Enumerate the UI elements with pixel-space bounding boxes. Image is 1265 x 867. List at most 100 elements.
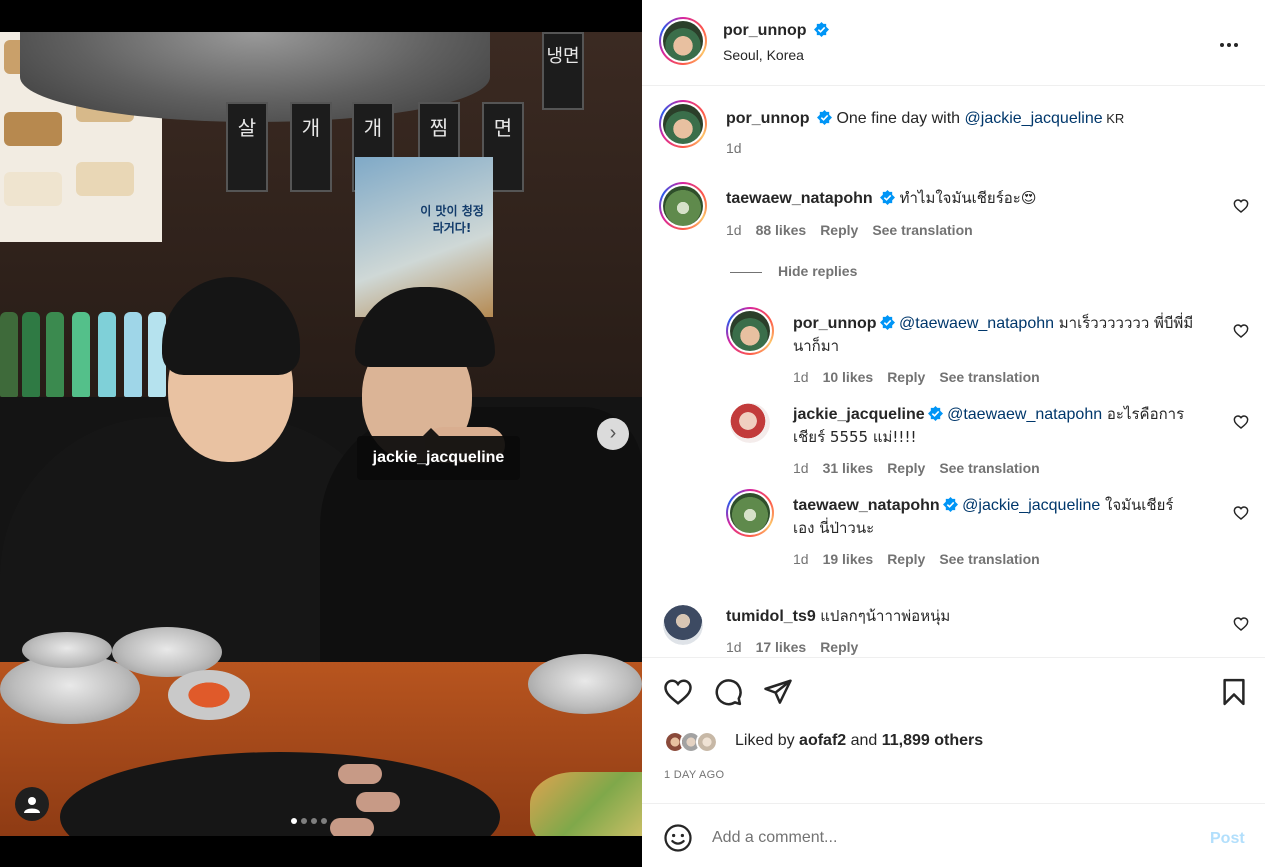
liked-by-others[interactable]: 11,899 others	[882, 732, 983, 749]
reply-text: ใจมันเชียร์	[1100, 496, 1174, 514]
comment-time[interactable]: 1d	[726, 222, 742, 238]
meat	[356, 792, 400, 812]
liked-by-user[interactable]: aofaf2	[799, 732, 846, 749]
caption-mention[interactable]: @jackie_jacqueline	[965, 110, 1103, 127]
comment-input[interactable]	[712, 824, 1172, 852]
reply-mention[interactable]: @taewaew_natapohn	[899, 315, 1054, 332]
post-details-panel: por_unnop Seoul, Korea por_unnop One fin…	[642, 0, 1265, 867]
verified-icon	[879, 315, 895, 330]
comment-time[interactable]: 1d	[726, 639, 742, 655]
reply-time[interactable]: 1d	[793, 460, 809, 476]
reply-meta: 1d 19 likes Reply See translation	[793, 551, 1054, 567]
caption: por_unnop One fine day with @jackie_jacq…	[726, 107, 1124, 130]
comment-avatar[interactable]	[659, 182, 707, 230]
user-tag-icon	[24, 797, 40, 813]
reply-text: อะไรคือการ	[1102, 405, 1185, 423]
like-comment-heart-icon[interactable]	[1233, 505, 1249, 521]
reply-avatar[interactable]	[726, 489, 774, 537]
carousel-dot	[321, 818, 327, 824]
author-avatar[interactable]	[659, 17, 707, 65]
post-location[interactable]: Seoul, Korea	[723, 47, 804, 63]
author-username[interactable]: por_unnop	[723, 22, 807, 39]
likes-text: Liked by aofaf2 and 11,899 others	[735, 732, 983, 750]
comment-username[interactable]: taewaew_natapohn	[726, 190, 873, 207]
carousel-dot	[301, 818, 307, 824]
hide-replies-button[interactable]: Hide replies	[730, 263, 857, 279]
sauce-bowl	[168, 670, 250, 720]
emoji-icon[interactable]	[663, 823, 693, 853]
post-age[interactable]: 1 DAY AGO	[664, 769, 724, 781]
reply-text-line2: นาก็มา	[793, 337, 840, 355]
see-translation-button[interactable]: See translation	[939, 551, 1039, 567]
reply-username[interactable]: jackie_jacqueline	[793, 406, 925, 423]
share-icon[interactable]	[763, 677, 793, 707]
reply-time[interactable]: 1d	[793, 369, 809, 385]
comment-avatar[interactable]	[663, 605, 703, 645]
caption-username[interactable]: por_unnop	[726, 110, 810, 127]
reply-mention[interactable]: @jackie_jacqueline	[962, 497, 1100, 514]
user-tag-label[interactable]: jackie_jacqueline	[357, 428, 520, 480]
like-comment-heart-icon[interactable]	[1233, 323, 1249, 339]
avatar-image	[663, 605, 703, 645]
like-comment-heart-icon[interactable]	[1233, 198, 1249, 214]
comment-text: แปลกๆน้าาาพ่อหนุ่ม	[820, 607, 951, 625]
reply-mention[interactable]: @taewaew_natapohn	[947, 406, 1102, 423]
reply-text: มาเร็ววววววว พี่บีพี่มี	[1054, 314, 1194, 332]
reply-button[interactable]: Reply	[887, 551, 925, 567]
author-name-row: por_unnop	[723, 22, 829, 40]
tagged-users-button[interactable]	[15, 787, 49, 821]
comment-text: ทำไมใจมันเชียร์อะ😍	[899, 189, 1037, 207]
avatar-image	[730, 403, 770, 443]
liker-avatars[interactable]	[664, 729, 728, 755]
reply-username[interactable]: taewaew_natapohn	[793, 497, 940, 514]
post-photo-area: 살 개 개 찜 면 냉면 이 맛이 청정라거다! jackie_jacqueli…	[0, 0, 642, 867]
like-comment-heart-icon[interactable]	[1233, 414, 1249, 430]
avatar-image	[663, 104, 703, 144]
menu-dish	[4, 172, 62, 206]
reply: jackie_jacqueline @taewaew_natapohn อะไร…	[793, 403, 1223, 449]
comment-icon[interactable]	[713, 677, 743, 707]
chevron-right-icon: ›	[609, 422, 617, 444]
see-translation-button[interactable]: See translation	[872, 222, 972, 238]
reply: por_unnop @taewaew_natapohn มาเร็ววววววว…	[793, 312, 1223, 358]
reply-button[interactable]: Reply	[887, 460, 925, 476]
verified-icon	[817, 110, 832, 125]
reply-likes[interactable]: 31 likes	[823, 460, 874, 476]
menu-dish	[4, 112, 62, 146]
caption-text: One fine day with	[836, 110, 965, 127]
comment-composer: Post	[642, 803, 1265, 867]
reply-likes[interactable]: 19 likes	[823, 551, 874, 567]
see-translation-button[interactable]: See translation	[939, 460, 1039, 476]
reply-username[interactable]: por_unnop	[793, 315, 877, 332]
caption-avatar[interactable]	[659, 100, 707, 148]
comment-likes[interactable]: 17 likes	[756, 639, 807, 655]
reply-button[interactable]: Reply	[820, 639, 858, 655]
liked-by-mid: and	[846, 732, 882, 749]
more-options-button[interactable]	[1220, 34, 1244, 50]
post-comment-button[interactable]: Post	[1210, 830, 1245, 848]
caption-time[interactable]: 1d	[726, 140, 742, 156]
see-translation-button[interactable]: See translation	[939, 369, 1039, 385]
comment-likes[interactable]: 88 likes	[756, 222, 807, 238]
like-comment-heart-icon[interactable]	[1233, 616, 1249, 632]
reply-time[interactable]: 1d	[793, 551, 809, 567]
reply-likes[interactable]: 10 likes	[823, 369, 874, 385]
comments-list[interactable]: por_unnop One fine day with @jackie_jacq…	[642, 87, 1265, 657]
reply-avatar[interactable]	[726, 307, 774, 355]
like-heart-icon[interactable]	[663, 677, 693, 707]
vegetable-dish	[530, 772, 642, 836]
reply-button[interactable]: Reply	[820, 222, 858, 238]
carousel-next-button[interactable]: ›	[597, 418, 629, 450]
verified-icon	[942, 497, 958, 512]
wall-sign: 살	[226, 102, 268, 192]
carousel-dot	[311, 818, 317, 824]
reply-avatar[interactable]	[730, 403, 770, 443]
person-right-cap	[355, 287, 495, 367]
reply-button[interactable]: Reply	[887, 369, 925, 385]
reply: taewaew_natapohn @jackie_jacqueline ใจมั…	[793, 494, 1223, 540]
bookmark-icon[interactable]	[1219, 677, 1249, 707]
bowl	[22, 632, 112, 668]
comment-username[interactable]: tumidol_ts9	[726, 608, 816, 625]
divider-line	[730, 271, 762, 273]
post-photo[interactable]: 살 개 개 찜 면 냉면 이 맛이 청정라거다!	[0, 32, 642, 836]
